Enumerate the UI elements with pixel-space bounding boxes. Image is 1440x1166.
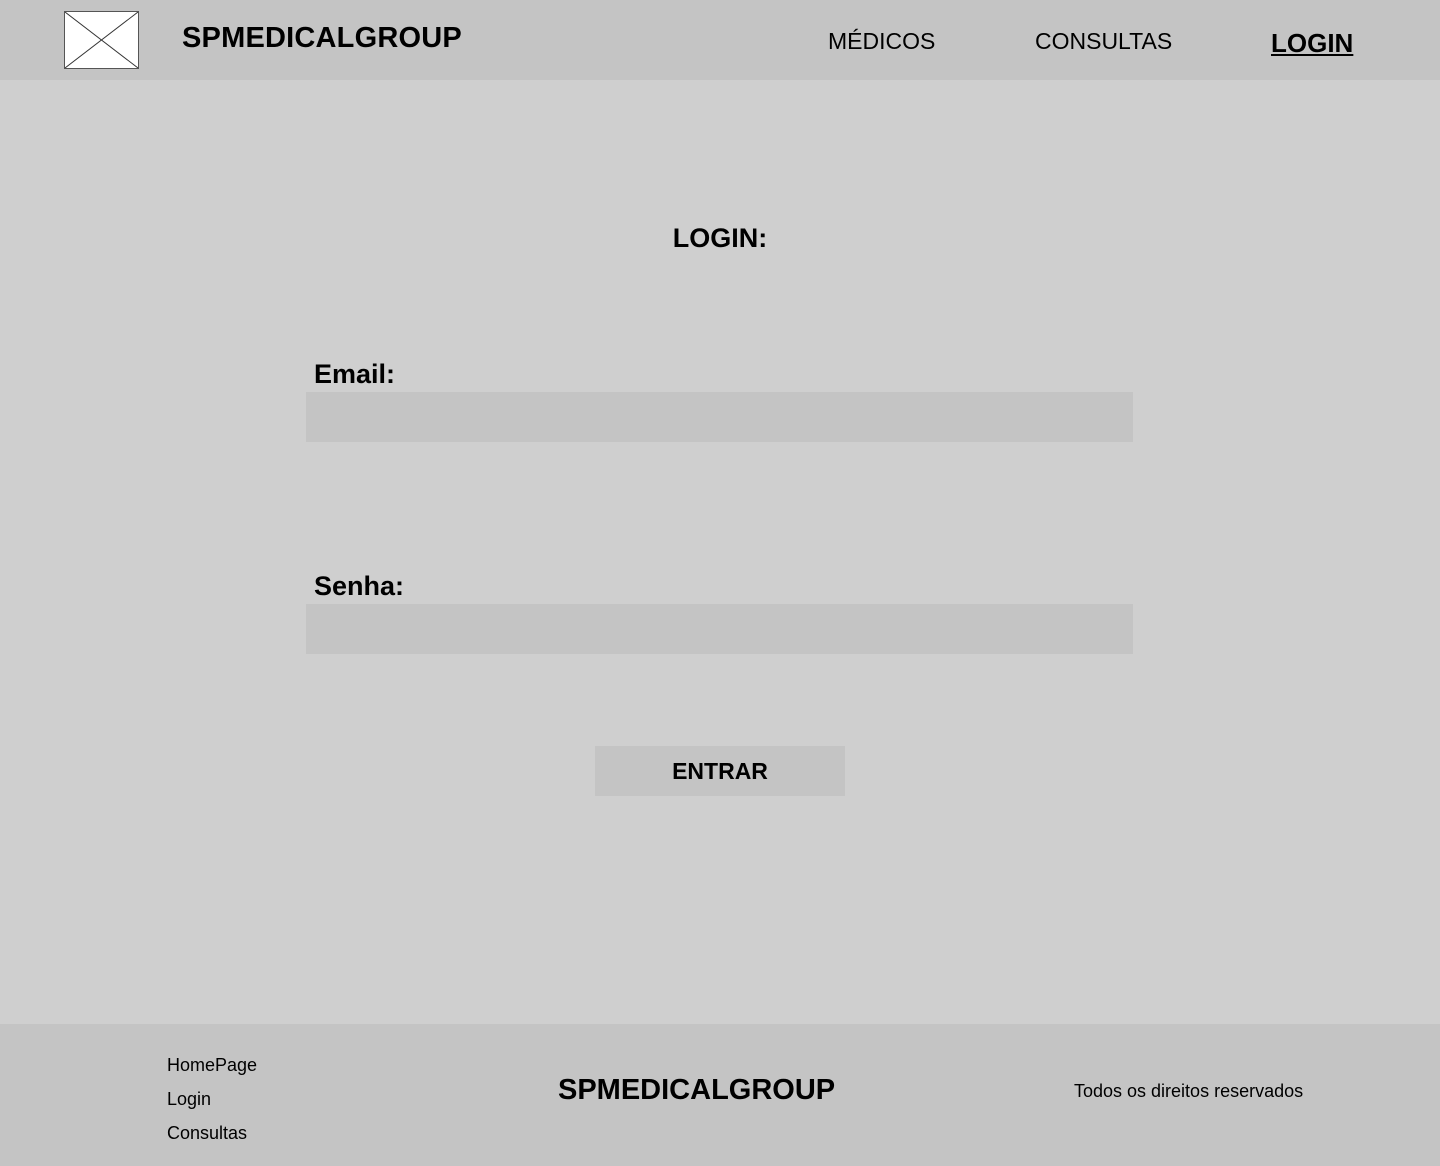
senha-field[interactable] [306,604,1133,654]
placeholder-cross [65,12,138,68]
site-header: SPMEDICALGROUP MÉDICOS CONSULTAS LOGIN [0,0,1440,80]
brand-name: SPMEDICALGROUP [182,22,462,54]
email-label: Email: [314,359,396,389]
footer-brand-name: SPMEDICALGROUP [558,1074,836,1106]
footer-link-homepage[interactable]: HomePage [167,1048,257,1082]
footer-link-login[interactable]: Login [167,1082,257,1116]
senha-label: Senha: [314,571,405,601]
nav-login-link[interactable]: LOGIN [1271,28,1353,59]
login-section: LOGIN: Email: Senha: ENTRAR [0,80,1440,1024]
nav-medicos-link[interactable]: MÉDICOS [828,28,935,55]
image-placeholder-icon [64,11,139,69]
login-title: LOGIN: [672,223,768,253]
footer-link-consultas[interactable]: Consultas [167,1116,257,1150]
footer-rights-text: Todos os direitos reservados [1074,1081,1304,1101]
footer-links: HomePage Login Consultas [167,1048,257,1150]
nav-consultas-link[interactable]: CONSULTAS [1035,28,1172,55]
entrar-button[interactable]: ENTRAR [595,746,845,796]
email-field[interactable] [306,392,1133,442]
site-footer: HomePage Login Consultas SPMEDICALGROUP … [0,1024,1440,1166]
